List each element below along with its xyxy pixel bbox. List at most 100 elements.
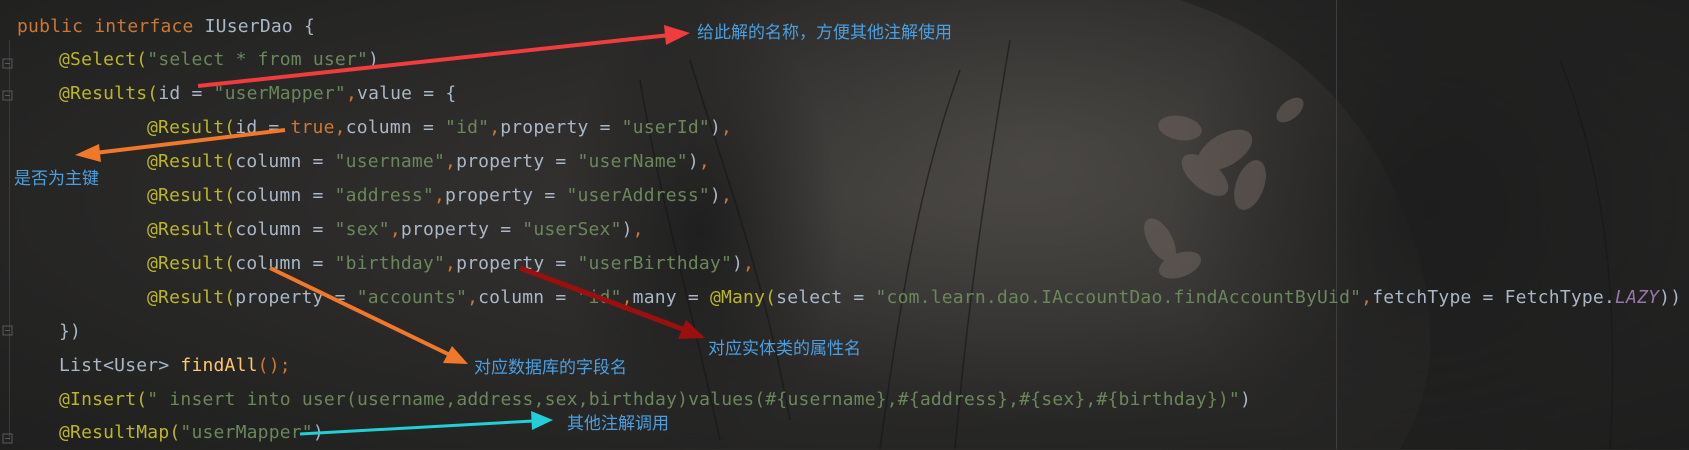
- code-line-result-birthday[interactable]: @Result(column = "birthday",property = "…: [147, 247, 754, 281]
- interface-name: IUserDao {: [204, 16, 316, 37]
- column-string: "birthday": [334, 253, 446, 274]
- attr-id: id =: [158, 83, 214, 104]
- resultmap-annotation: @ResultMap(: [59, 422, 181, 443]
- fold-toggle-icon[interactable]: [2, 433, 13, 444]
- attr-many: many =: [632, 287, 710, 308]
- result-annotation: @Result(: [147, 287, 236, 308]
- keyword-public-interface: public interface: [17, 16, 205, 37]
- editor-right-margin: [1336, 0, 1337, 449]
- note-name-for-other-annotations: 给此解的名称，方便其他注解使用: [697, 23, 952, 43]
- code-line-result-sex[interactable]: @Result(column = "sex",property = "userS…: [147, 213, 644, 247]
- punctuation: ,: [489, 117, 501, 138]
- result-annotation: @Result(: [147, 185, 236, 206]
- result-annotation: @Result(: [147, 253, 236, 274]
- flower-decoration: [1144, 97, 1304, 279]
- note-other-annotation-call: 其他注解调用: [567, 414, 669, 434]
- property-string: "userBirthday": [577, 253, 732, 274]
- attr-column: column =: [478, 287, 578, 308]
- punctuation: ,: [467, 287, 479, 308]
- column-string: "username": [334, 151, 446, 172]
- select-sql-string: "select * from user": [147, 49, 369, 70]
- note-entity-property-name: 对应实体类的属性名: [708, 339, 861, 359]
- punctuation: ): [1239, 389, 1251, 410]
- attr-select: select =: [776, 287, 876, 308]
- punctuation: ,: [720, 185, 733, 206]
- select-method-string: "com.learn.dao.IAccountDao.findAccountBy…: [875, 287, 1362, 308]
- punctuation: ,: [698, 151, 710, 172]
- punctuation: ,: [334, 117, 346, 138]
- attr-property: property =: [235, 287, 357, 308]
- punctuation: ): [687, 151, 699, 172]
- property-string: "userSex": [522, 219, 622, 240]
- result-annotation: @Result(: [147, 151, 236, 172]
- results-annotation: @Results(: [59, 83, 159, 104]
- punctuation: ,: [445, 253, 457, 274]
- attr-property: property =: [445, 185, 567, 206]
- attr-column: column =: [235, 185, 335, 206]
- punctuation: ,: [743, 253, 755, 274]
- punctuation: )): [1659, 287, 1682, 308]
- insert-sql-string: " insert into user(username,address,sex,…: [147, 389, 1240, 410]
- return-type: List<User>: [59, 355, 181, 376]
- code-line-interface[interactable]: public interface IUserDao {: [17, 10, 315, 44]
- code-line-result-id[interactable]: @Result(id = true,column = "id",property…: [147, 111, 732, 145]
- insert-annotation: @Insert(: [59, 389, 148, 410]
- property-string: "userName": [577, 151, 688, 172]
- column-string: "id": [577, 287, 622, 308]
- results-id-string: "userMapper": [213, 83, 346, 104]
- attr-column: column =: [235, 151, 335, 172]
- column-string: "address": [334, 185, 434, 206]
- result-annotation: @Result(: [147, 219, 236, 240]
- property-string: "userAddress": [566, 185, 710, 206]
- code-line-select[interactable]: @Select("select * from user"): [59, 43, 379, 77]
- column-string: "sex": [334, 219, 390, 240]
- attr-property: property =: [456, 151, 578, 172]
- punctuation: ): [709, 117, 721, 138]
- punctuation: ,: [445, 151, 457, 172]
- attr-property: property =: [456, 253, 578, 274]
- code-line-result-accounts[interactable]: @Result(property = "accounts",column = "…: [147, 281, 1681, 315]
- attr-id: id =: [235, 117, 291, 138]
- punctuation: ,: [345, 83, 358, 104]
- attr-value: value = {: [357, 83, 457, 104]
- column-string: "id": [445, 117, 490, 138]
- punctuation: ,: [1361, 287, 1373, 308]
- fold-toggle-icon[interactable]: [2, 325, 13, 336]
- code-line-result-address[interactable]: @Result(column = "address",property = "u…: [147, 179, 732, 213]
- code-line-close-results[interactable]: }): [59, 315, 81, 349]
- select-annotation: @Select(: [59, 49, 148, 70]
- result-annotation: @Result(: [147, 117, 236, 138]
- punctuation: ,: [621, 287, 633, 308]
- resultmap-string: "userMapper": [180, 422, 313, 443]
- punctuation: ): [732, 253, 744, 274]
- punctuation: ): [621, 219, 633, 240]
- note-db-column-name: 对应数据库的字段名: [474, 358, 627, 378]
- code-line-resultmap[interactable]: @ResultMap("userMapper"): [59, 416, 324, 450]
- code-line-results[interactable]: @Results(id = "userMapper",value = {: [59, 77, 456, 111]
- attr-property: property =: [500, 117, 622, 138]
- note-primary-key: 是否为主键: [14, 169, 99, 189]
- many-annotation: @Many(: [709, 287, 777, 308]
- property-string: "userId": [621, 117, 710, 138]
- attr-column: column =: [235, 253, 335, 274]
- attr-fetchtype: fetchType = FetchType.: [1372, 287, 1615, 308]
- punctuation: ): [312, 422, 324, 443]
- method-name: findAll: [180, 355, 258, 376]
- punctuation: ,: [720, 117, 733, 138]
- closing-brace: }): [59, 321, 82, 342]
- code-line-findall[interactable]: List<User> findAll();: [59, 349, 291, 383]
- attr-property: property =: [400, 219, 523, 240]
- punctuation: ,: [389, 219, 401, 240]
- punctuation: ): [368, 49, 380, 70]
- code-line-result-username[interactable]: @Result(column = "username",property = "…: [147, 145, 710, 179]
- fold-toggle-icon[interactable]: [2, 90, 13, 101]
- lazy-constant: LAZY: [1615, 287, 1660, 308]
- attr-column: column =: [235, 219, 335, 240]
- property-string: "accounts": [356, 287, 468, 308]
- punctuation: ,: [632, 219, 644, 240]
- punctuation: ,: [433, 185, 446, 206]
- keyword-true: true: [290, 117, 335, 138]
- attr-column: column =: [345, 117, 446, 138]
- punctuation: ();: [257, 355, 291, 376]
- fold-toggle-icon[interactable]: [2, 58, 13, 69]
